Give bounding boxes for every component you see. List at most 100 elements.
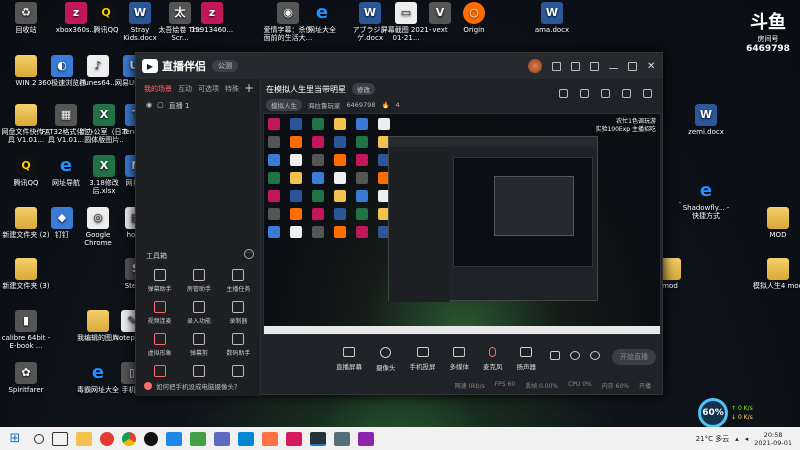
maximize-icon[interactable] — [628, 61, 637, 71]
menu-icon[interactable] — [590, 61, 599, 71]
heat-icon: 🔥 — [381, 101, 390, 109]
status-network: 网速 0kb/s — [454, 383, 485, 390]
tool-item[interactable]: 虚拟形象 — [140, 333, 179, 357]
performance-widget[interactable]: 60% ↑ 0 K/s ↓ 0 K/s — [698, 398, 753, 428]
folder-icon — [15, 207, 37, 229]
gear-icon[interactable] — [590, 351, 600, 360]
tool-label: 房管助手 — [186, 286, 211, 293]
edit-title-button[interactable]: 修改 — [352, 83, 375, 95]
close-icon[interactable]: ✕ — [647, 61, 656, 71]
tab-scenes[interactable]: 我的场景 — [144, 84, 172, 94]
white-icon: ♪ — [87, 55, 109, 77]
share-icon[interactable] — [580, 89, 589, 98]
microphone-button[interactable]: 麦克风 — [483, 347, 503, 371]
preview-desktop-icon — [268, 190, 280, 202]
network-icon[interactable]: ▴ — [735, 435, 739, 443]
app-brand-name: 直播伴侣 — [162, 60, 206, 73]
wechat-icon[interactable] — [190, 431, 206, 446]
notify-icon[interactable] — [601, 89, 610, 98]
record-icon[interactable] — [550, 351, 560, 360]
live-companion-taskbar-icon[interactable] — [310, 431, 326, 446]
camera-button[interactable]: 摄像头 — [376, 347, 396, 372]
douyu-app-icon[interactable] — [262, 431, 278, 446]
preview-desktop-icon — [334, 172, 346, 184]
source-controls: 直播屏幕 摄像头 手机投屏 多媒体 麦克风 扬声器 — [336, 347, 536, 372]
tool-item[interactable]: 房管助手 — [179, 269, 218, 293]
user-avatar[interactable] — [528, 59, 542, 73]
multimedia-button[interactable]: 多媒体 — [450, 347, 469, 371]
microphone-label: 麦克风 — [483, 363, 503, 371]
settings-icon[interactable] — [571, 61, 580, 71]
category-tag[interactable]: 模拟人生 — [266, 99, 302, 111]
phone-cast-button[interactable]: 手机投屏 — [410, 347, 436, 371]
preview-desktop-icon — [334, 208, 346, 220]
link-icon[interactable] — [643, 89, 652, 98]
eye-icon[interactable]: ◉ — [146, 101, 152, 111]
desktop-icon[interactable]: ○ Origin — [448, 2, 500, 34]
desktop-icon[interactable]: MOD — [752, 207, 800, 239]
tool-item[interactable]: 弹幕助手 — [140, 269, 179, 293]
cpu-percent: 60% — [698, 398, 728, 428]
help-tip[interactable]: 如何把手机设成电脑摄像头？ — [144, 381, 241, 391]
desktop-icon[interactable]: ♻ 回收站 — [0, 2, 52, 34]
preview-desktop-icons — [268, 118, 394, 238]
desktop-icon[interactable]: e 网址大全 — [296, 2, 348, 35]
room-number: 6469798 — [746, 44, 790, 54]
tool-item[interactable]: 视频连麦 — [140, 301, 179, 325]
preview-desktop-icon — [356, 136, 368, 148]
windows-start-icon[interactable]: ⊞ — [0, 427, 30, 450]
tool-item[interactable] — [219, 365, 258, 380]
file-explorer-icon[interactable] — [76, 431, 92, 446]
desktop-icon[interactable]: z 15913460... — [186, 2, 238, 34]
tool-item[interactable] — [140, 365, 179, 380]
browser-icon[interactable] — [100, 431, 114, 446]
screen-capture-button[interactable]: 直播屏幕 — [336, 347, 362, 371]
weather-text[interactable]: 21°C 多云 — [696, 434, 730, 444]
teams-icon[interactable] — [214, 431, 230, 446]
task-view-icon[interactable] — [52, 431, 68, 446]
search-icon[interactable] — [34, 433, 44, 444]
stream-preview[interactable]: 农忙1色调玩游 实验100Exp 主播招吃 — [263, 113, 661, 335]
desktop-icon[interactable]: e Shadowfly... - 快捷方式 — [680, 180, 732, 221]
speaker-button[interactable]: 扬声器 — [517, 347, 536, 371]
desktop-icon[interactable]: 模拟人生4 mod — [752, 258, 800, 290]
tool-item[interactable]: 主播任务 — [219, 269, 258, 293]
tool-item[interactable]: 弹幕剪 — [179, 333, 218, 357]
game-icon[interactable] — [358, 431, 374, 446]
music-icon[interactable] — [286, 431, 302, 446]
gift-icon[interactable] — [559, 89, 568, 98]
minimize-icon[interactable] — [609, 64, 618, 69]
desktop-icon[interactable]: Wzemi.docx — [680, 104, 732, 136]
scene-item[interactable]: ◉ ▢ 直播 1 — [136, 99, 260, 113]
tab-options[interactable]: 可选项 — [198, 84, 219, 94]
tab-special[interactable]: 特殊 — [225, 84, 239, 94]
visibility-icon[interactable] — [570, 351, 580, 360]
preview-desktop-icon — [356, 154, 368, 166]
toolbox-more-icon[interactable]: ··· — [244, 249, 254, 259]
add-scene-icon[interactable]: + — [244, 81, 254, 95]
desktop-icon[interactable]: ✿ Spiritfarer — [0, 362, 52, 394]
chrome-icon[interactable] — [122, 431, 136, 446]
start-live-button[interactable]: 开始直播 — [612, 349, 656, 365]
layout-icon[interactable] — [622, 89, 631, 98]
tool-item[interactable]: 录制器 — [219, 301, 258, 325]
preview-desktop-icon — [334, 190, 346, 202]
room-id: 6469798 — [346, 101, 376, 109]
desktop-icon[interactable]: 新建文件夹 (3) — [0, 258, 52, 290]
qq-icon[interactable] — [144, 431, 158, 446]
desktop-icon[interactable]: Wama.docx — [526, 2, 578, 34]
vscode-icon[interactable] — [166, 431, 182, 446]
tab-interact[interactable]: 互动 — [178, 84, 192, 94]
lock-icon[interactable]: ▢ — [157, 101, 164, 111]
desktop-icon-label: Origin — [463, 26, 485, 34]
message-icon[interactable] — [552, 61, 561, 71]
tool-item[interactable]: 录入功能 — [179, 301, 218, 325]
desktop-icon[interactable]: ▮ calibre 64bit - E-book ... — [0, 310, 52, 350]
clock[interactable]: 20:58 2021-09-01 — [754, 431, 792, 447]
tool-item[interactable]: 数码助手 — [219, 333, 258, 357]
settings-taskbar-icon[interactable] — [334, 431, 350, 446]
tool-icon — [192, 301, 205, 313]
volume-icon[interactable]: ◂ — [745, 435, 749, 443]
tool-item[interactable] — [179, 365, 218, 380]
mail-icon[interactable] — [238, 431, 254, 446]
